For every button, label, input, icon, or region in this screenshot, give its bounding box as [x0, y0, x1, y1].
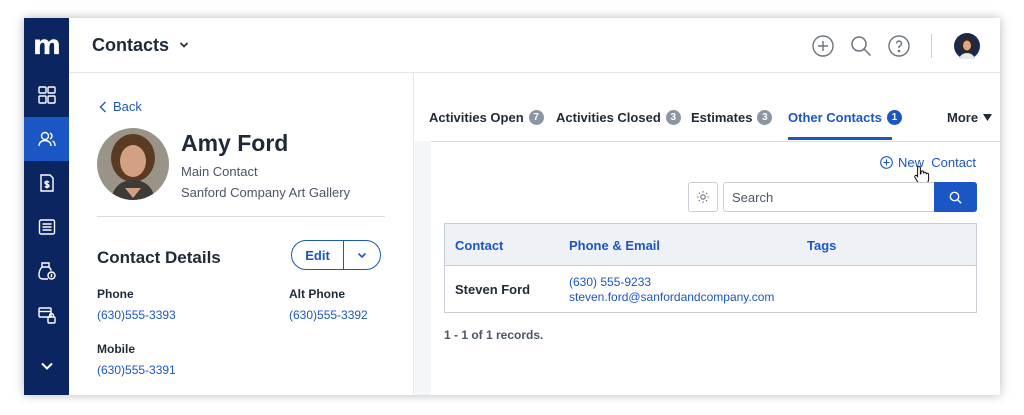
document-dollar-icon — [39, 174, 54, 192]
money-bag-icon — [37, 262, 56, 280]
lock-card-icon — [37, 307, 56, 324]
mobile-label: Mobile — [97, 342, 135, 356]
add-circle-icon[interactable] — [811, 34, 835, 58]
tab-more[interactable]: More — [947, 110, 993, 125]
divider — [97, 216, 385, 217]
list-icon — [38, 219, 55, 235]
contact-photo — [97, 128, 169, 200]
edit-split-button: Edit — [291, 240, 381, 270]
gear-icon — [697, 191, 709, 203]
contacts-table: Contact Phone & Email Tags Steven Ford (… — [444, 223, 977, 313]
dashboard-icon — [37, 86, 56, 104]
count-badge: 7 — [528, 110, 544, 125]
tab-label: Activities Closed — [556, 110, 661, 125]
table-settings-button[interactable] — [688, 182, 718, 212]
contact-company: Sanford Company Art Gallery — [181, 185, 351, 200]
side-nav: m — [24, 18, 69, 395]
contact-role: Main Contact — [181, 164, 258, 179]
nav-item-estimates[interactable] — [24, 161, 69, 205]
search-button[interactable] — [934, 182, 977, 212]
app-logo[interactable]: m — [24, 18, 69, 73]
help-icon[interactable] — [887, 34, 911, 58]
nav-item-billing[interactable] — [24, 249, 69, 293]
column-header-tags[interactable]: Tags — [807, 238, 836, 253]
module-switcher[interactable]: Contacts — [92, 35, 189, 56]
other-contacts-panel: New Contact Contact Phone & Email Tags S… — [431, 141, 1000, 395]
row-phone[interactable]: (630) 555-9233 — [569, 275, 651, 289]
count-badge: 1 — [886, 110, 902, 125]
chevron-down-icon — [40, 362, 53, 370]
search-icon[interactable] — [849, 34, 873, 58]
header-actions — [811, 18, 980, 73]
tab-estimates[interactable]: Estimates 3 — [691, 110, 773, 125]
page-title: Contacts — [92, 34, 170, 55]
back-link[interactable]: Back — [99, 99, 142, 114]
mobile-value[interactable]: (630)555-3391 — [97, 363, 176, 377]
tab-label: Other Contacts — [788, 110, 882, 125]
contact-details-heading: Contact Details — [97, 248, 221, 267]
app-window: m Contacts Back Amy Ford Main Contact Sa… — [24, 18, 1000, 395]
contact-name: Amy Ford — [181, 130, 289, 156]
top-bar: Contacts — [69, 18, 1000, 73]
new-contact-label: New Contact — [898, 155, 977, 170]
edit-button[interactable]: Edit — [292, 241, 344, 269]
back-label: Back — [113, 99, 142, 114]
count-badge: 3 — [757, 110, 773, 125]
column-header-phone-email[interactable]: Phone & Email — [569, 238, 660, 253]
tab-label: Estimates — [691, 110, 753, 125]
alt-phone-value[interactable]: (630)555-3392 — [289, 308, 368, 322]
logo-letter: m — [32, 30, 61, 61]
alt-phone-label: Alt Phone — [289, 287, 345, 301]
edit-menu-toggle[interactable] — [344, 241, 380, 269]
add-circle-icon — [880, 156, 893, 169]
records-count: 1 - 1 of 1 records. — [444, 328, 544, 342]
tab-other-contacts[interactable]: Other Contacts 1 — [788, 110, 902, 125]
column-header-contact[interactable]: Contact — [455, 238, 503, 253]
chevron-down-icon — [357, 252, 367, 259]
nav-item-lists[interactable] — [24, 205, 69, 249]
search-icon — [949, 191, 962, 204]
tab-activities-open[interactable]: Activities Open 7 — [429, 110, 544, 125]
count-badge: 3 — [665, 110, 681, 125]
row-email[interactable]: steven.ford@sanfordandcompany.com — [569, 290, 774, 304]
tab-bar: Activities Open 7 Activities Closed 3 Es… — [415, 73, 1000, 141]
user-avatar[interactable] — [954, 32, 980, 59]
nav-item-dashboard[interactable] — [24, 73, 69, 117]
caret-down-icon — [983, 114, 993, 121]
nav-expand[interactable] — [24, 344, 69, 388]
tab-label: More — [947, 110, 979, 125]
tab-label: Activities Open — [429, 110, 524, 125]
search-input[interactable] — [723, 182, 935, 212]
nav-item-security[interactable] — [24, 293, 69, 337]
contact-panel: Back Amy Ford Main Contact Sanford Compa… — [69, 73, 414, 395]
tab-activities-closed[interactable]: Activities Closed 3 — [556, 110, 681, 125]
chevron-down-icon — [179, 42, 189, 48]
table-row[interactable]: Steven Ford (630) 555-9233 steven.ford@s… — [445, 266, 976, 312]
row-contact-name[interactable]: Steven Ford — [455, 282, 530, 297]
contacts-icon — [37, 131, 56, 147]
phone-value[interactable]: (630)555-3393 — [97, 308, 176, 322]
related-panel: Activities Open 7 Activities Closed 3 Es… — [415, 73, 1000, 395]
header-divider — [931, 33, 932, 58]
nav-item-contacts[interactable] — [24, 117, 69, 161]
table-header: Contact Phone & Email Tags — [445, 224, 976, 266]
phone-label: Phone — [97, 287, 134, 301]
chevron-left-icon — [99, 101, 106, 112]
active-tab-indicator — [788, 137, 892, 140]
